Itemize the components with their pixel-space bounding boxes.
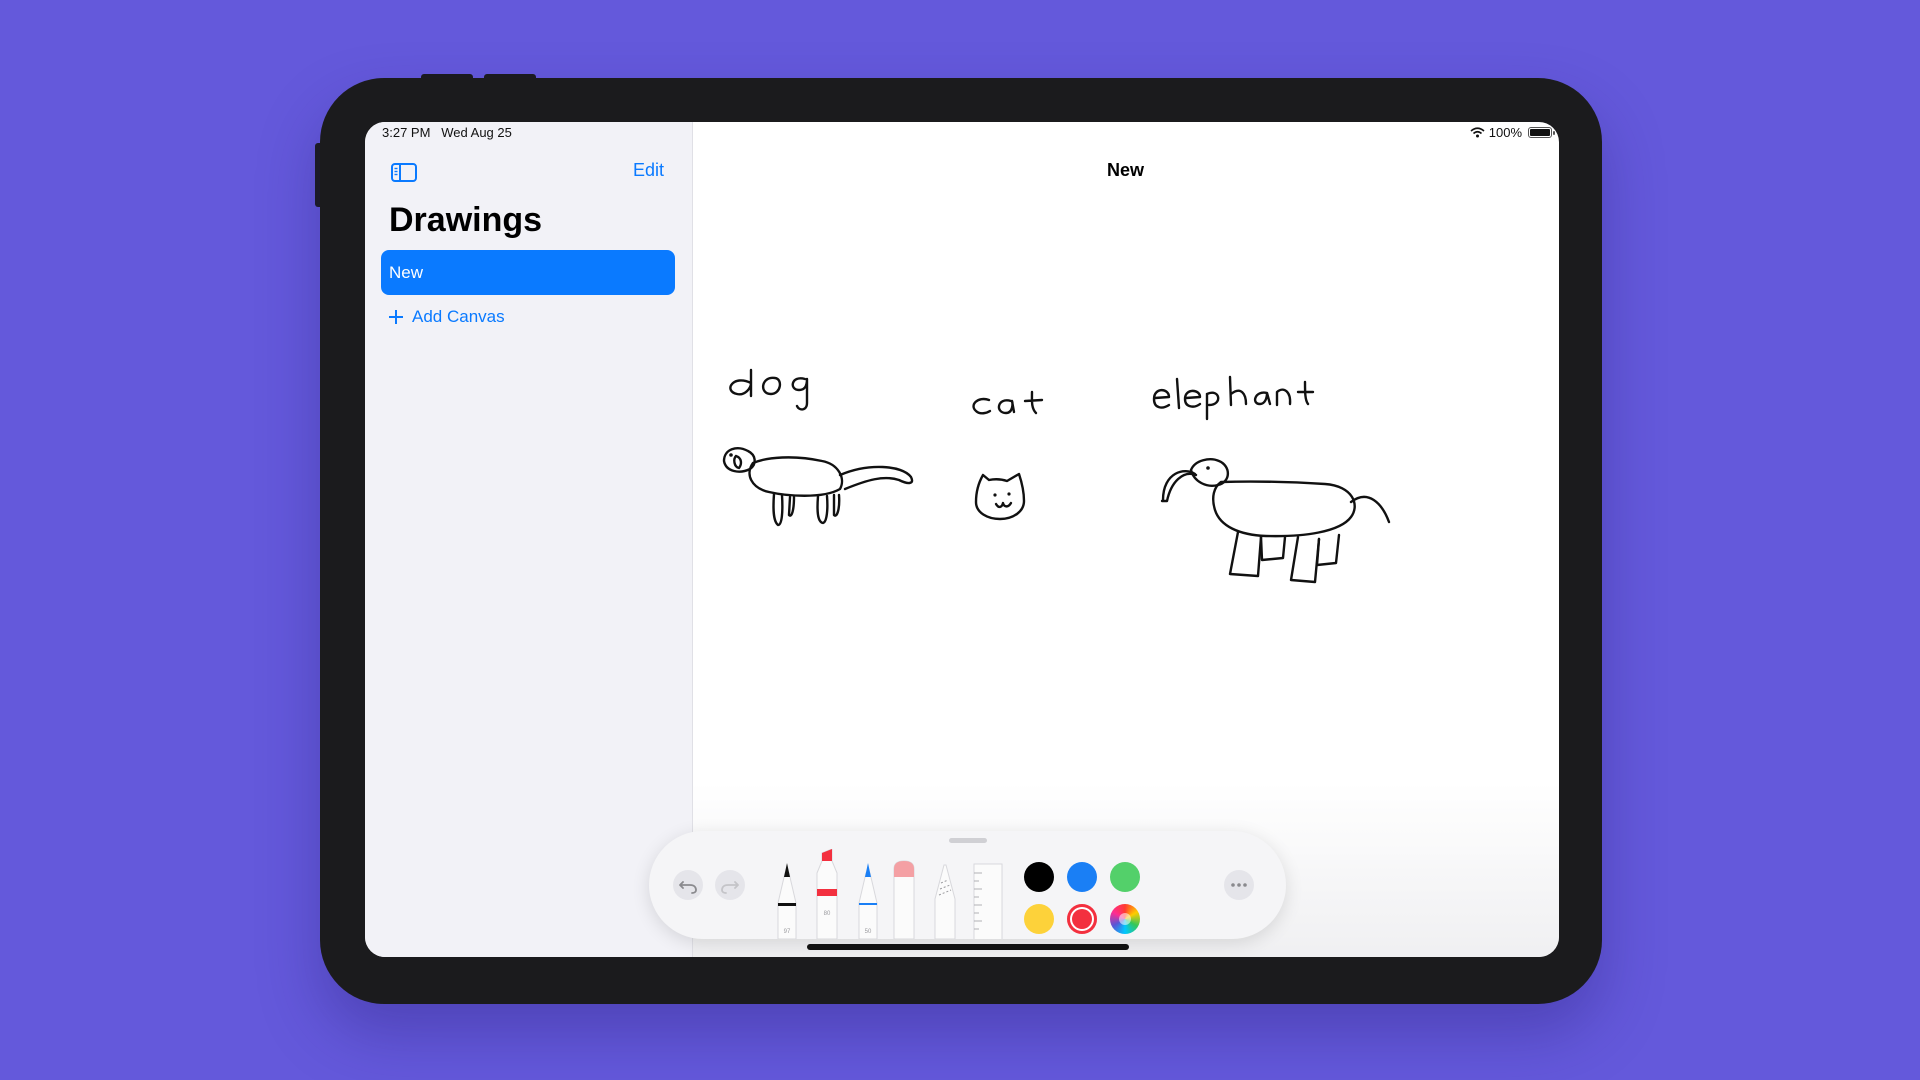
sidebar-toggle-icon[interactable] (390, 160, 418, 184)
color-swatch-black[interactable] (1024, 862, 1054, 892)
edit-button[interactable]: Edit (633, 160, 664, 181)
add-canvas-button[interactable]: Add Canvas (389, 307, 505, 327)
list-item-label: New (389, 263, 424, 282)
redo-icon (721, 881, 739, 894)
marker-tool[interactable]: 80 (815, 849, 839, 939)
tool-palette: 97 80 50 (649, 831, 1286, 939)
more-button[interactable] (1224, 870, 1254, 900)
battery-percentage: 100% (1488, 125, 1522, 140)
drawing-canvas[interactable] (693, 312, 1453, 772)
pen-tool[interactable]: 97 (776, 859, 798, 939)
eraser-tool[interactable] (892, 859, 916, 939)
sidebar-title: Drawings (389, 201, 543, 239)
list-item[interactable]: New (381, 250, 675, 295)
canvas-title: New (1106, 160, 1144, 180)
ruler-tool[interactable] (973, 863, 1003, 939)
battery-icon (1528, 127, 1555, 138)
undo-button[interactable] (673, 870, 703, 900)
color-swatch-red-selected[interactable] (1067, 904, 1097, 934)
pencil-tool[interactable]: 50 (857, 859, 879, 939)
pencil-size-label: 50 (865, 929, 872, 935)
status-time: 3:27 PM Wed Aug 25 (382, 125, 512, 140)
color-picker-icon[interactable] (1110, 904, 1140, 934)
ellipsis-icon (1231, 883, 1247, 887)
color-swatch-green[interactable] (1110, 862, 1140, 892)
drawing-cat (974, 472, 1026, 521)
redo-button[interactable] (715, 870, 745, 900)
add-canvas-label: Add Canvas (412, 307, 505, 326)
color-swatch-yellow[interactable] (1024, 904, 1054, 934)
color-swatch-blue[interactable] (1067, 862, 1097, 892)
status-date-text: Wed Aug 25 (441, 125, 512, 140)
drawing-label-cat (972, 390, 1044, 415)
drawing-label-elephant (1152, 375, 1315, 421)
lasso-tool[interactable] (933, 859, 957, 939)
marker-size-label: 80 (824, 911, 831, 917)
drawing-elephant (1160, 458, 1391, 584)
status-indicators: 100% (1470, 125, 1555, 140)
status-time-text: 3:27 PM (382, 125, 431, 140)
undo-icon (679, 881, 697, 894)
drawing-dog (722, 447, 914, 527)
palette-grabber[interactable] (949, 838, 987, 843)
drawing-label-dog (729, 368, 809, 411)
screen: 3:27 PM Wed Aug 25 Edit Drawings New Add… (365, 122, 1559, 957)
sidebar: 3:27 PM Wed Aug 25 Edit Drawings New Add… (365, 122, 693, 957)
plus-icon (389, 310, 403, 324)
pen-size-label: 97 (784, 929, 791, 935)
home-indicator[interactable] (807, 944, 1129, 950)
wifi-icon (1470, 127, 1485, 138)
